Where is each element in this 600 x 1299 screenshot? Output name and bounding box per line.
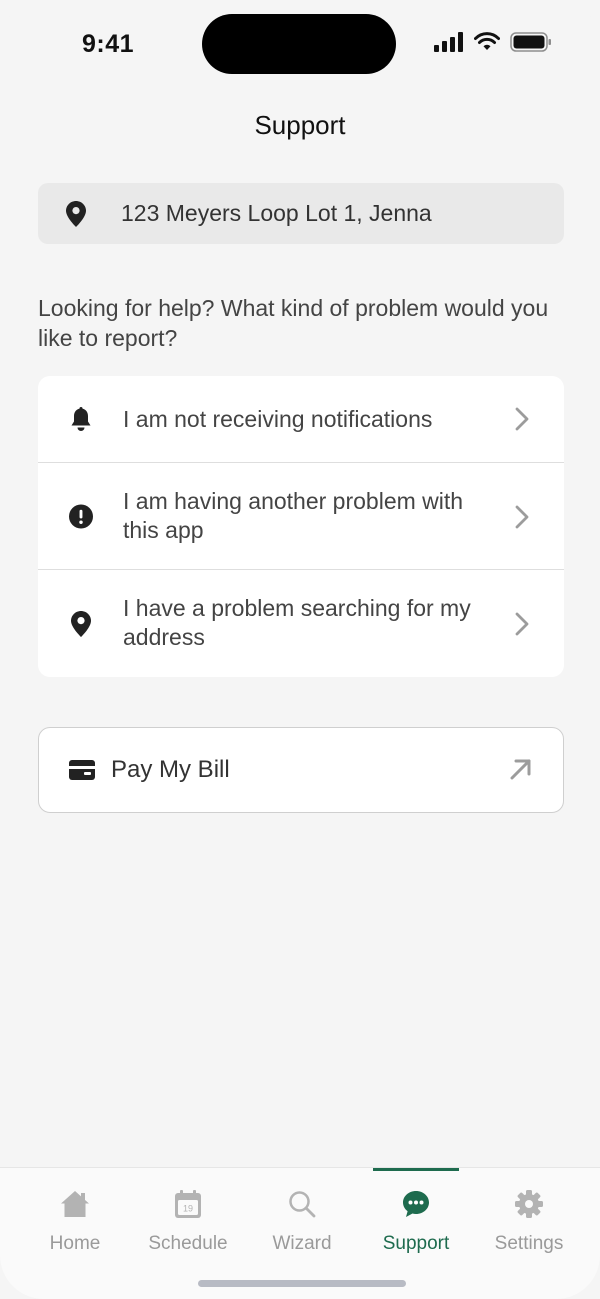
option-label: I have a problem searching for my addres… <box>123 595 471 650</box>
option-app-problem[interactable]: I am having another problem with this ap… <box>38 463 564 570</box>
signal-icon <box>434 32 463 52</box>
map-pin-icon <box>69 611 93 637</box>
tab-wizard[interactable]: Wizard <box>245 1168 359 1278</box>
address-selector[interactable]: 123 Meyers Loop Lot 1, Jenna <box>38 183 564 244</box>
tab-support[interactable]: Support <box>359 1168 473 1278</box>
bell-icon <box>69 406 93 432</box>
status-bar: 9:41 <box>0 0 600 90</box>
external-arrow-icon <box>509 757 533 786</box>
home-indicator <box>198 1280 406 1287</box>
alert-circle-icon <box>69 503 93 529</box>
status-icons <box>434 32 552 52</box>
address-text: 123 Meyers Loop Lot 1, Jenna <box>121 200 432 226</box>
credit-card-icon <box>69 760 95 785</box>
calendar-day: 19 <box>183 1204 193 1214</box>
chat-bubble-icon <box>359 1190 473 1220</box>
calendar-icon: 19 <box>131 1190 245 1220</box>
chevron-right-icon <box>514 405 530 433</box>
option-notifications[interactable]: I am not receiving notifications <box>38 376 564 463</box>
pay-bill-label: Pay My Bill <box>111 756 230 783</box>
option-address-search[interactable]: I have a problem searching for my addres… <box>38 570 564 677</box>
dynamic-island <box>202 14 396 74</box>
home-icon <box>18 1190 132 1220</box>
battery-icon <box>510 32 551 52</box>
tab-label: Wizard <box>272 1233 332 1254</box>
tab-label: Support <box>382 1233 450 1254</box>
map-pin-icon <box>66 200 88 227</box>
pay-bill-button[interactable]: Pay My Bill <box>38 727 564 813</box>
option-label: I am having another problem with this ap… <box>123 488 464 543</box>
option-label: I am not receiving notifications <box>123 406 433 432</box>
tab-schedule[interactable]: 19 Schedule <box>131 1168 245 1278</box>
status-time: 9:41 <box>82 30 135 58</box>
chevron-right-icon <box>514 610 530 638</box>
tab-settings[interactable]: Settings <box>472 1168 586 1278</box>
help-prompt: Looking for help? What kind of problem w… <box>38 295 549 351</box>
support-screen: 9:41 Support 123 Meyers Loop Lot 1, Jenn… <box>0 0 600 1299</box>
tab-label: Home <box>49 1233 101 1254</box>
tab-label: Settings <box>494 1233 564 1254</box>
page-title: Support <box>254 110 346 140</box>
chevron-right-icon <box>514 503 530 531</box>
gear-icon <box>472 1190 586 1220</box>
wifi-icon <box>474 32 500 50</box>
search-icon <box>245 1190 359 1220</box>
tab-home[interactable]: Home <box>18 1168 132 1278</box>
tab-label: Schedule <box>148 1233 228 1254</box>
problem-options-list: I am not receiving notifications I am ha… <box>38 376 564 677</box>
